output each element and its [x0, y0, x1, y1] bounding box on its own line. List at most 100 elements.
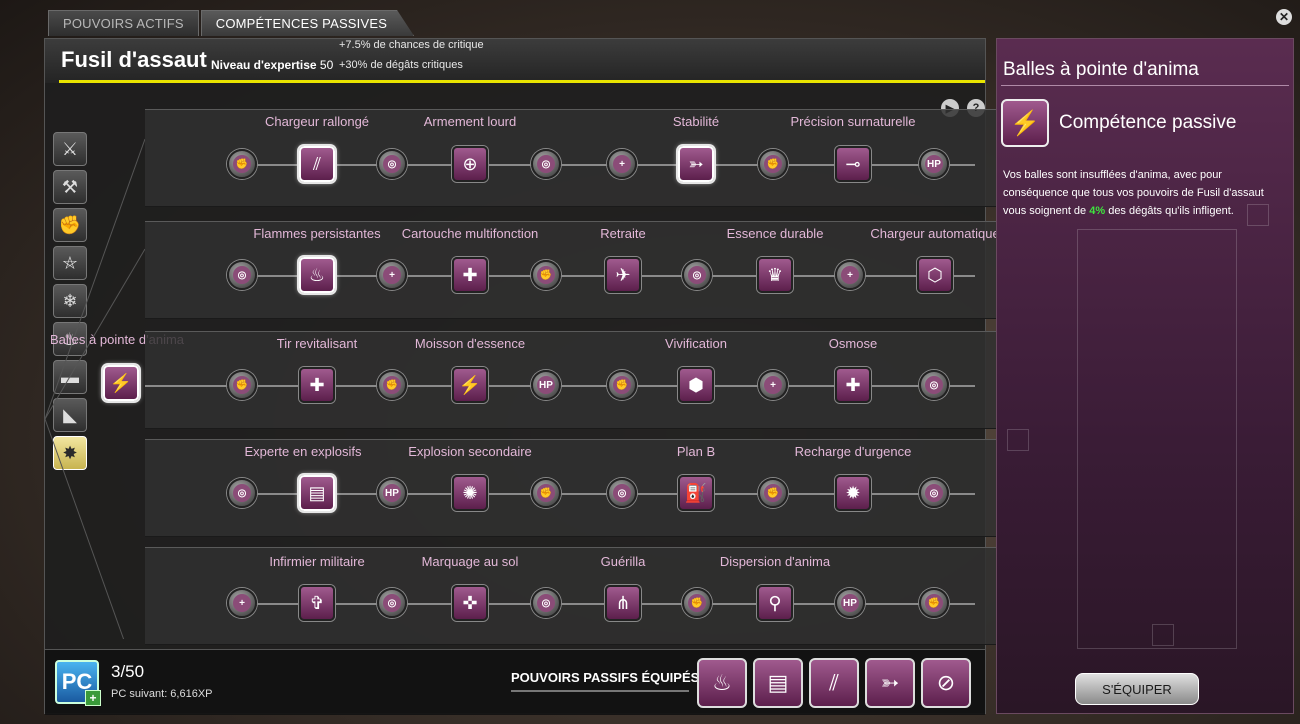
skill-guerilla[interactable]: ⋔	[605, 585, 641, 621]
skill-supernatural-precision[interactable]: ⊸	[835, 146, 871, 182]
skill-explosives-expert[interactable]: ▤	[299, 475, 335, 511]
detail-description: Vos balles sont insufflées d'anima, avec…	[1003, 169, 1264, 217]
footer-bar: PC + 3/50 PC suivant: 6,616XP POUVOIRS P…	[45, 649, 985, 715]
equipped-passives-label: POUVOIRS PASSIFS ÉQUIPÉS	[511, 670, 700, 685]
skill-plan-b[interactable]: ⛽	[678, 475, 714, 511]
node-fist[interactable]: ✊	[227, 370, 257, 400]
panel-header: Fusil d'assaut Niveau d'expertise 50 +7.…	[45, 39, 985, 83]
skill-military-medic[interactable]: ✞	[299, 585, 335, 621]
tab-passive-skills[interactable]: COMPÉTENCES PASSIVES	[200, 10, 415, 36]
node-fist[interactable]: ✊	[531, 478, 561, 508]
equipped-slot-magazine[interactable]: ⫽	[809, 658, 859, 708]
node-target[interactable]: ◎	[682, 260, 712, 290]
close-icon[interactable]: ✕	[1276, 9, 1292, 25]
skill-label: Plan B	[676, 444, 716, 459]
equip-button[interactable]: S'ÉQUIPER	[1075, 673, 1199, 705]
skill-wheel-panel: Fusil d'assaut Niveau d'expertise 50 +7.…	[44, 38, 1025, 715]
skill-retreat[interactable]: ✈	[605, 257, 641, 293]
pc-count: 3/50	[111, 662, 145, 681]
bonus-crit-damage: +30% de dégâts critiques	[339, 59, 463, 71]
node-target[interactable]: ◎	[227, 478, 257, 508]
node-target[interactable]: ◎	[531, 588, 561, 618]
node-fist[interactable]: ✊	[531, 260, 561, 290]
equipped-divider	[511, 690, 689, 692]
node-fist[interactable]: ✊	[919, 588, 949, 618]
node-fist[interactable]: ✊	[758, 149, 788, 179]
node-target[interactable]: ◎	[227, 260, 257, 290]
skill-anima-dispersion[interactable]: ⚲	[757, 585, 793, 621]
decor-frame	[1007, 429, 1029, 451]
skill-multipurpose-cartridge[interactable]: ✚	[452, 257, 488, 293]
detail-type: Compétence passive	[1059, 112, 1237, 133]
skill-automatic-magazine[interactable]: ⬡	[917, 257, 953, 293]
skill-label: Précision surnaturelle	[790, 114, 916, 129]
skill-stability[interactable]: ➳	[678, 146, 714, 182]
node-hp[interactable]: HP	[919, 149, 949, 179]
skill-label: Flammes persistantes	[253, 226, 381, 241]
node-plus[interactable]: +	[227, 588, 257, 618]
node-fist[interactable]: ✊	[682, 588, 712, 618]
skill-vivification[interactable]: ⬢	[678, 367, 714, 403]
node-target[interactable]: ◎	[919, 478, 949, 508]
skill-label: Experte en explosifs	[244, 444, 362, 459]
node-plus[interactable]: +	[758, 370, 788, 400]
node-fist[interactable]: ✊	[758, 478, 788, 508]
decor-frame	[1152, 624, 1174, 646]
skill-extended-magazine[interactable]: ⫽	[299, 146, 335, 182]
skill-label: Chargeur automatique	[870, 226, 1000, 241]
bonus-crit-chance: +7.5% de chances de critique	[339, 39, 484, 51]
node-fist[interactable]: ✊	[377, 370, 407, 400]
plus-icon: +	[85, 690, 101, 706]
node-hp[interactable]: HP	[377, 478, 407, 508]
skill-essence-harvest[interactable]: ⚡	[452, 367, 488, 403]
node-plus[interactable]: +	[835, 260, 865, 290]
root-skill-anima-bullets[interactable]: ⚡	[103, 365, 139, 401]
tab-active-powers[interactable]: POUVOIRS ACTIFS	[48, 10, 199, 36]
node-target[interactable]: ◎	[919, 370, 949, 400]
node-target[interactable]: ◎	[377, 588, 407, 618]
skill-label: Tir revitalisant	[276, 336, 358, 351]
node-target[interactable]: ◎	[607, 478, 637, 508]
node-fist[interactable]: ✊	[607, 370, 637, 400]
skill-label: Essence durable	[726, 226, 824, 241]
detail-title: Balles à pointe d'anima	[1003, 59, 1199, 80]
expertise-level: Niveau d'expertise 50	[211, 58, 334, 72]
skill-label: Stabilité	[672, 114, 720, 129]
header-divider	[59, 80, 985, 83]
tab-bar: POUVOIRS ACTIFS COMPÉTENCES PASSIVES	[48, 10, 415, 36]
skill-label: Armement lourd	[423, 114, 517, 129]
skill-durable-essence[interactable]: ♛	[757, 257, 793, 293]
skill-persistent-flames[interactable]: ♨	[299, 257, 335, 293]
skill-label: Osmose	[828, 336, 878, 351]
node-hp[interactable]: HP	[835, 588, 865, 618]
skill-label: Chargeur rallongé	[264, 114, 370, 129]
skill-secondary-explosion[interactable]: ✺	[452, 475, 488, 511]
skill-label: Recharge d'urgence	[794, 444, 912, 459]
node-hp[interactable]: HP	[531, 370, 561, 400]
node-target[interactable]: ◎	[377, 149, 407, 179]
skill-label: Moisson d'essence	[414, 336, 526, 351]
equipped-slot-explosives[interactable]: ▤	[753, 658, 803, 708]
skill-label: Dispersion d'anima	[719, 554, 831, 569]
equipped-slot-flames[interactable]: ♨	[697, 658, 747, 708]
pc-next-xp: PC suivant: 6,616XP	[111, 688, 213, 700]
equipped-slot-heavy[interactable]: ⊘	[921, 658, 971, 708]
skill-label: Explosion secondaire	[408, 444, 532, 459]
weapon-title: Fusil d'assaut	[61, 47, 207, 72]
skill-heavy-armament[interactable]: ⊕	[452, 146, 488, 182]
node-fist[interactable]: ✊	[227, 149, 257, 179]
skill-ground-marking[interactable]: ✜	[452, 585, 488, 621]
node-plus[interactable]: +	[607, 149, 637, 179]
skill-label: Vivification	[665, 336, 727, 351]
equipped-slot-stability[interactable]: ➳	[865, 658, 915, 708]
node-target[interactable]: ◎	[531, 149, 561, 179]
skill-label: Retraite	[600, 226, 646, 241]
node-plus[interactable]: +	[377, 260, 407, 290]
skill-detail-panel: Balles à pointe d'anima ⚡ Compétence pas…	[996, 38, 1294, 714]
detail-divider	[1001, 85, 1289, 86]
skill-revitalizing-shot[interactable]: ✚	[299, 367, 335, 403]
skill-emergency-reload[interactable]: ✹	[835, 475, 871, 511]
skill-label: Cartouche multifonction	[401, 226, 539, 241]
skill-osmosis[interactable]: ✚	[835, 367, 871, 403]
skill-label: Guérilla	[600, 554, 646, 569]
